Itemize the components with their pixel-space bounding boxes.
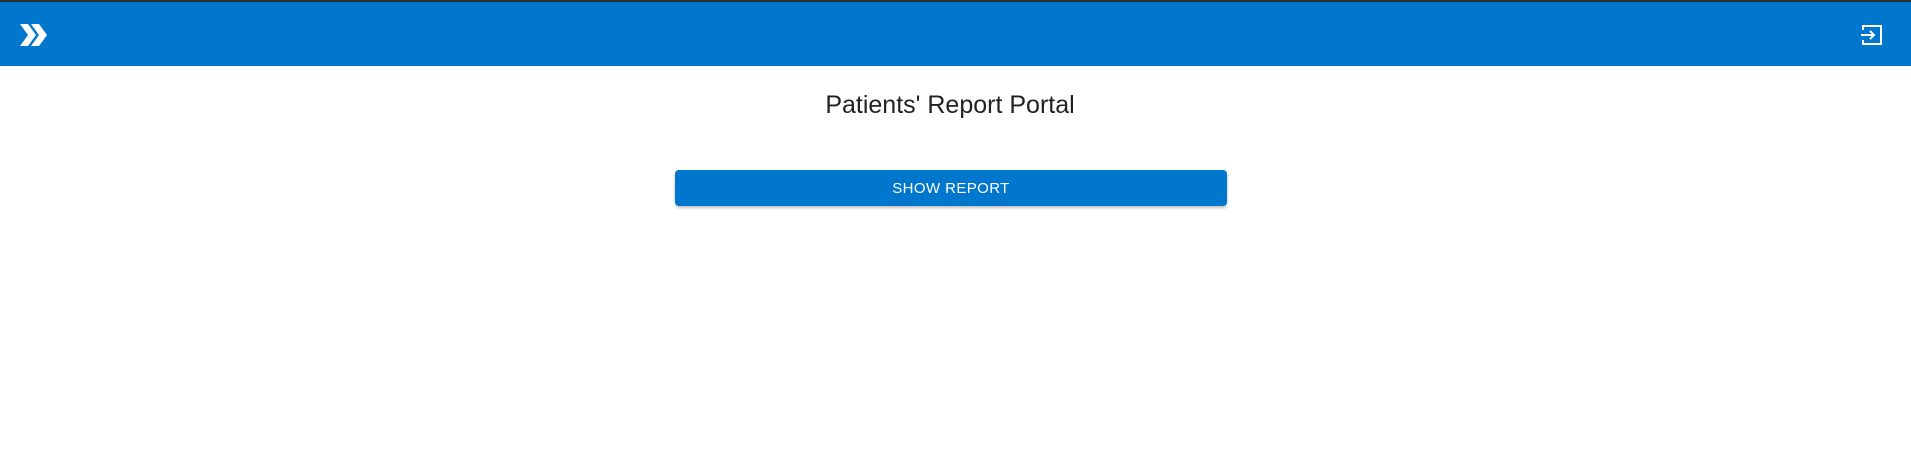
logout-icon[interactable] [1859,22,1885,48]
app-header [0,0,1911,66]
page-title: Patients' Report Portal [825,91,1075,119]
double-chevron-right-icon[interactable] [18,22,48,48]
show-report-button[interactable]: SHOW REPORT [675,170,1227,206]
